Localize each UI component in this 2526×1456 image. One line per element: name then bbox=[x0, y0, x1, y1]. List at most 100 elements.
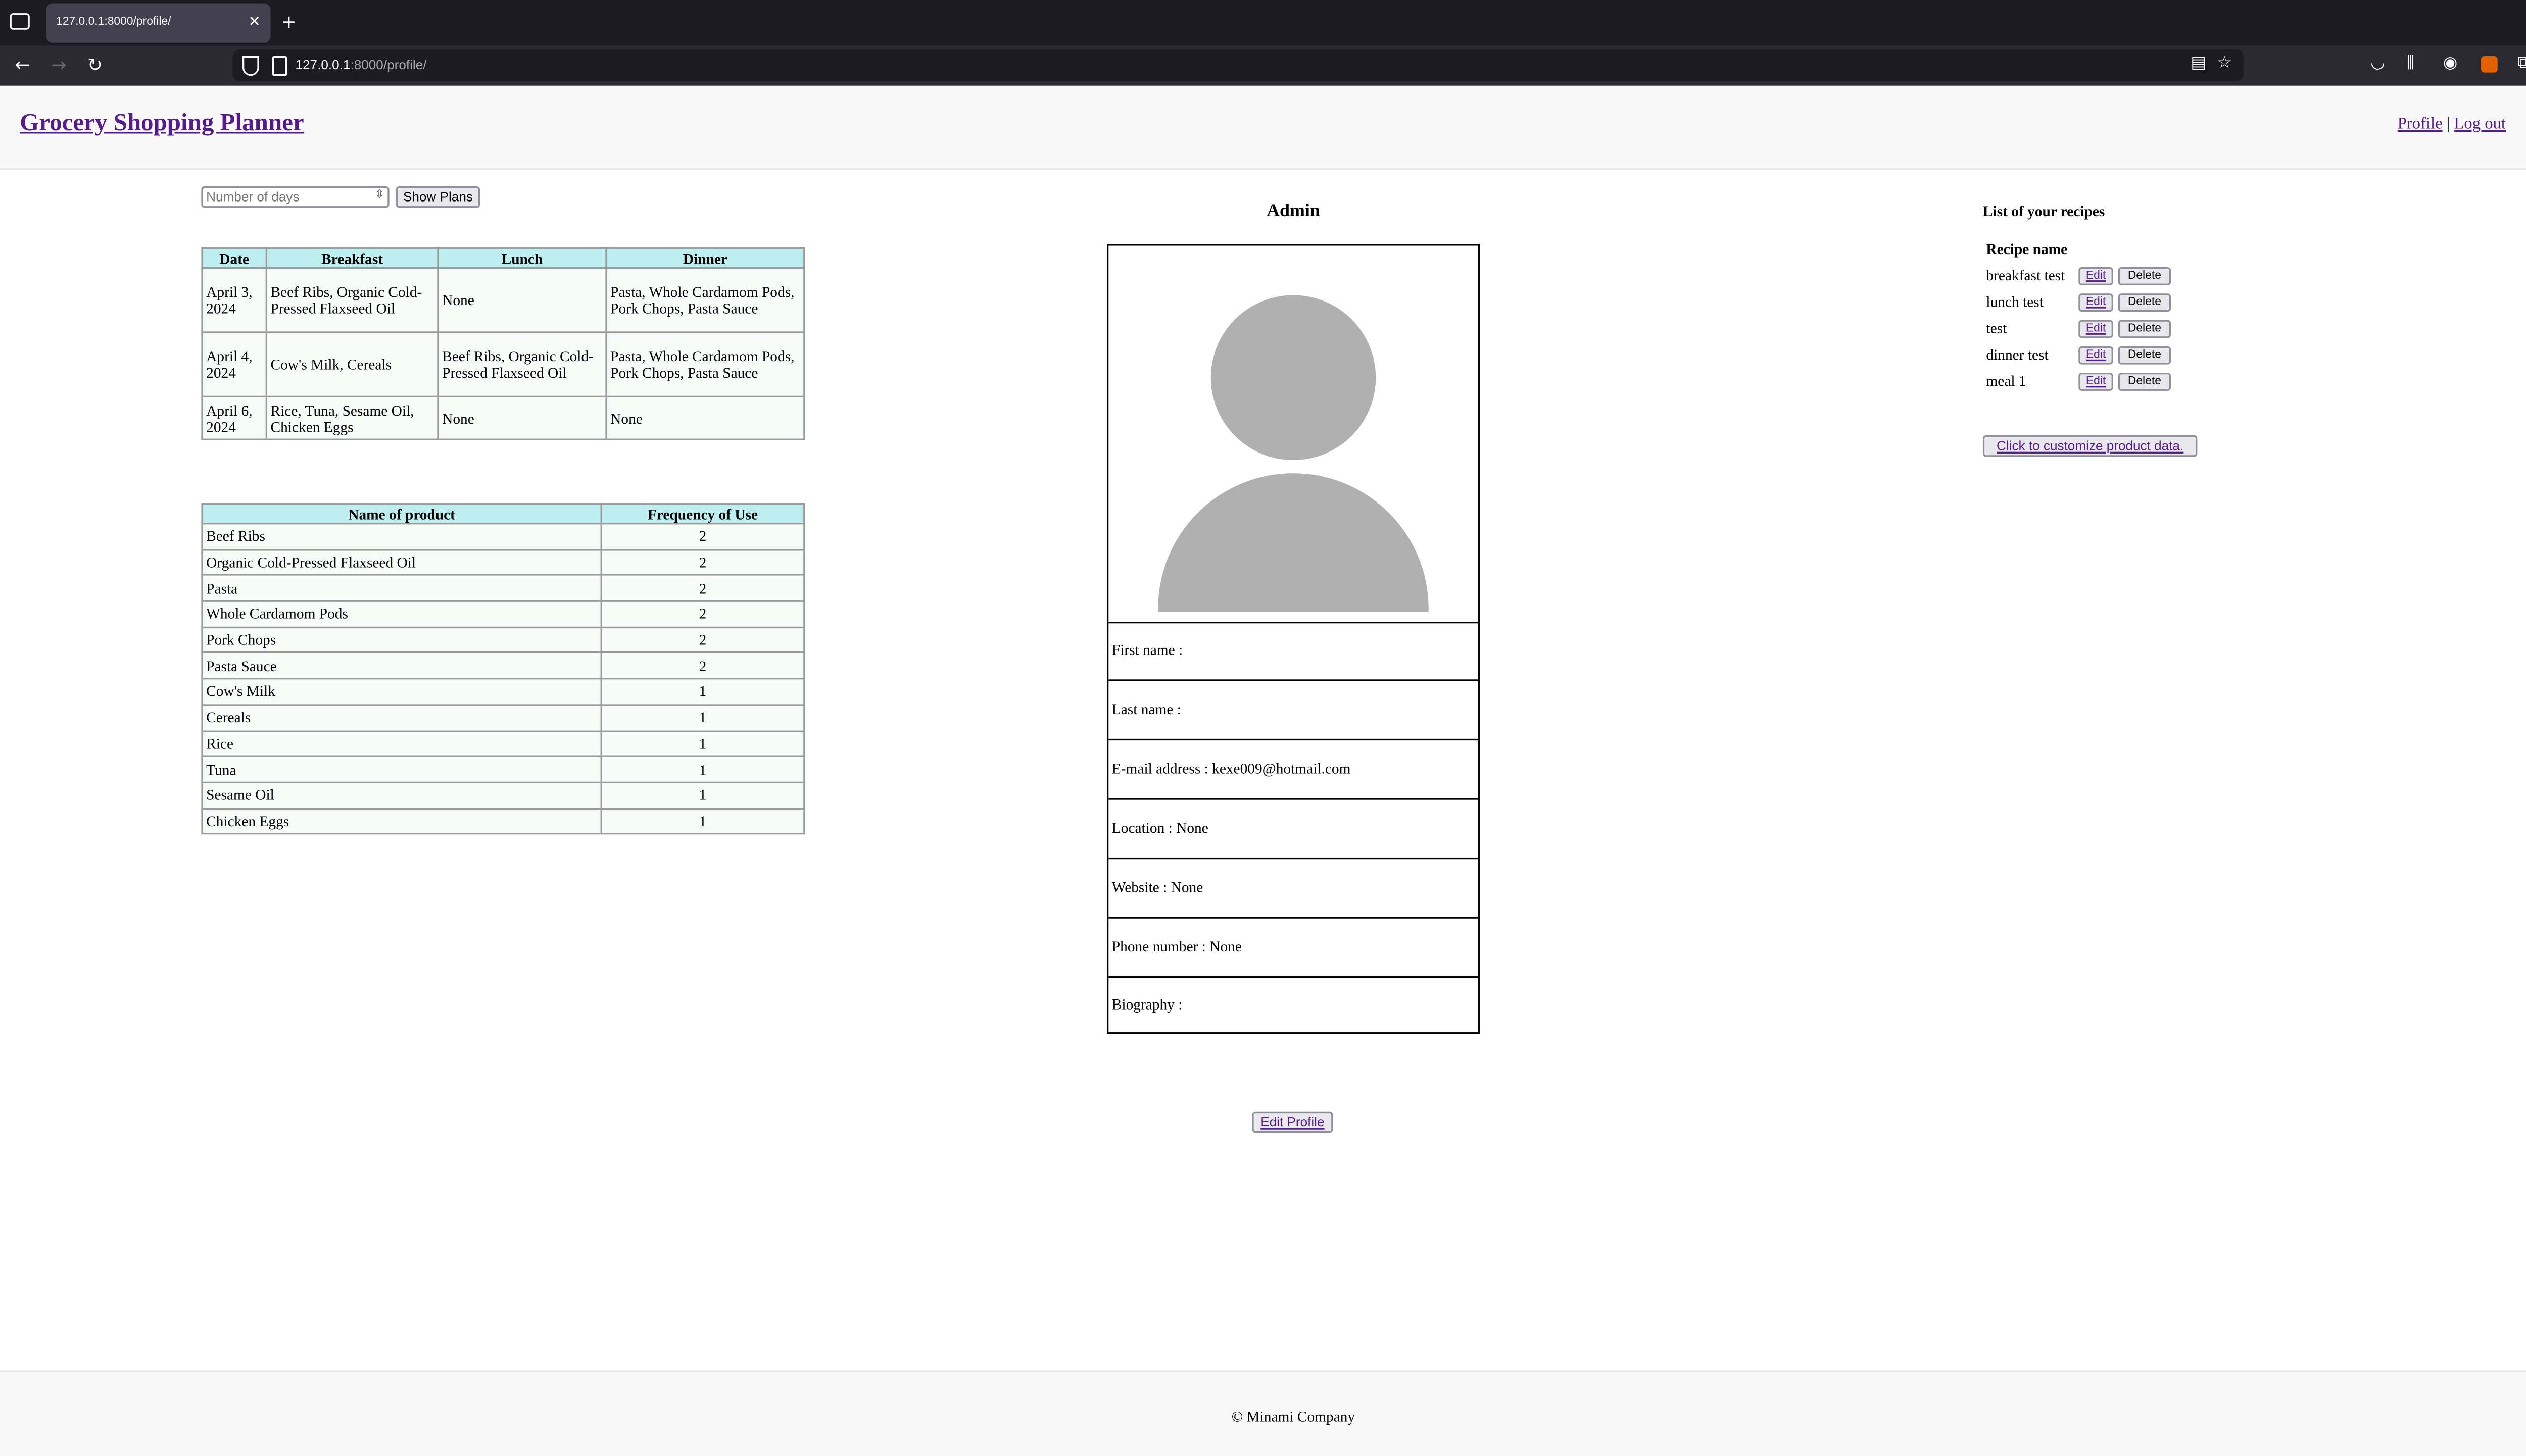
edit-profile-button[interactable]: Edit Profile bbox=[1252, 1111, 1333, 1133]
tab-title: 127.0.0.1:8000/profile/ bbox=[56, 16, 171, 28]
extension-fox-icon[interactable] bbox=[2481, 56, 2498, 73]
shield-icon[interactable] bbox=[242, 56, 259, 76]
biography-text: Biography : bbox=[1111, 996, 1183, 1013]
cell-product: Rice bbox=[201, 729, 602, 758]
cell-breakfast: Rice, Tuna, Sesame Oil, Chicken Eggs bbox=[265, 395, 439, 440]
cell-lunch: Beef Ribs, Organic Cold-Pressed Flaxseed… bbox=[437, 331, 607, 397]
url-bar[interactable]: 127.0.0.1:8000/profile/ ▤ ☆ bbox=[232, 49, 2244, 81]
col-date: Date bbox=[201, 247, 267, 269]
last-name-text: Last name : bbox=[1111, 700, 1181, 718]
avatar-head-shape bbox=[1210, 295, 1376, 461]
pocket-icon[interactable]: ◡ bbox=[2370, 55, 2385, 73]
delete-recipe-button[interactable]: Delete bbox=[2118, 372, 2171, 391]
new-tab-icon[interactable]: + bbox=[282, 8, 296, 34]
cell-frequency: 2 bbox=[600, 600, 805, 628]
cell-frequency: 2 bbox=[600, 652, 805, 680]
cell-product: Organic Cold-Pressed Flaxseed Oil bbox=[201, 548, 602, 576]
recipe-name: breakfast test bbox=[1986, 267, 2065, 284]
days-input[interactable]: Number of days ⇳ bbox=[201, 186, 390, 208]
reader-view-icon[interactable]: ▤ bbox=[2191, 55, 2206, 73]
edit-recipe-button[interactable]: Edit bbox=[2078, 320, 2113, 338]
col-breakfast: Breakfast bbox=[265, 247, 439, 269]
page-header: Grocery Shopping Planner Profile | Log o… bbox=[0, 85, 2526, 170]
phone-text: Phone number : None bbox=[1111, 938, 1242, 955]
reload-icon[interactable]: ↻ bbox=[87, 55, 103, 76]
cell-product: Cow's Milk bbox=[201, 678, 602, 706]
meal-plan-table: Date Breakfast Lunch Dinner April 3, 202… bbox=[201, 247, 805, 440]
cell-product: Pasta Sauce bbox=[201, 652, 602, 680]
page-info-icon[interactable] bbox=[272, 56, 287, 76]
cell-breakfast: Cow's Milk, Cereals bbox=[265, 331, 439, 397]
table-row: Rice 1 bbox=[201, 729, 805, 758]
delete-recipe-button[interactable]: Delete bbox=[2118, 267, 2171, 285]
first-name-text: First name : bbox=[1111, 641, 1183, 658]
site-title-link[interactable]: Grocery Shopping Planner bbox=[20, 111, 304, 139]
cell-dinner: Pasta, Whole Cardamom Pods, Pork Chops, … bbox=[605, 267, 805, 333]
edit-recipe-button[interactable]: Edit bbox=[2078, 346, 2113, 365]
spinner-icon[interactable]: ⇳ bbox=[375, 188, 384, 202]
edit-recipe-button[interactable]: Edit bbox=[2078, 372, 2113, 391]
cell-dinner: None bbox=[605, 395, 805, 440]
meal-plan-header-row: Date Breakfast Lunch Dinner bbox=[201, 247, 805, 269]
browser-tab[interactable]: 127.0.0.1:8000/profile/ ✕ bbox=[46, 3, 271, 43]
cell-product: Pasta bbox=[201, 574, 602, 603]
recipe-name: dinner test bbox=[1986, 346, 2049, 363]
profile-username: Admin bbox=[1267, 201, 1320, 221]
back-arrow-icon[interactable]: ← bbox=[15, 55, 30, 76]
table-row: April 3, 2024 Beef Ribs, Organic Cold-Pr… bbox=[201, 267, 805, 333]
cell-frequency: 2 bbox=[600, 548, 805, 576]
browser-nav-bar: ← → ↻ 127.0.0.1:8000/profile/ ▤ ☆ ◡ ⫼ ◉ … bbox=[0, 46, 2526, 86]
recipes-title: List of your recipes bbox=[1982, 203, 2105, 220]
table-row: Pasta Sauce 2 bbox=[201, 652, 805, 680]
location-text: Location : None bbox=[1111, 819, 1208, 836]
first-name-field: First name : bbox=[1108, 622, 1478, 681]
table-row: Chicken Eggs 1 bbox=[201, 807, 805, 835]
avatar bbox=[1108, 246, 1478, 624]
cell-lunch: None bbox=[437, 267, 607, 333]
edit-recipe-button[interactable]: Edit bbox=[2078, 267, 2113, 285]
link-separator: | bbox=[2446, 115, 2450, 134]
col-product-name: Name of product bbox=[201, 503, 602, 525]
phone-field: Phone number : None bbox=[1108, 919, 1478, 978]
url-host: 127.0.0.1 bbox=[295, 58, 351, 73]
recipe-name: lunch test bbox=[1986, 293, 2044, 310]
days-input-placeholder: Number of days bbox=[206, 189, 300, 205]
recipe-name-header: Recipe name bbox=[1986, 240, 2068, 258]
website-field: Website : None bbox=[1108, 859, 1478, 919]
show-plans-button[interactable]: Show Plans bbox=[396, 186, 480, 208]
table-row: Cereals 1 bbox=[201, 704, 805, 732]
product-frequency-table: Name of product Frequency of Use Beef Ri… bbox=[201, 503, 805, 835]
page-footer: © Minami Company bbox=[0, 1370, 2526, 1456]
tab-list-icon[interactable] bbox=[10, 13, 30, 30]
cell-product: Cereals bbox=[201, 704, 602, 732]
product-header-row: Name of product Frequency of Use bbox=[201, 503, 805, 525]
recipe-name: test bbox=[1986, 320, 2007, 337]
table-row: Beef Ribs 2 bbox=[201, 523, 805, 550]
logout-link[interactable]: Log out bbox=[2454, 116, 2506, 134]
account-icon[interactable]: ◉ bbox=[2443, 55, 2458, 73]
col-dinner: Dinner bbox=[605, 247, 805, 269]
cell-frequency: 1 bbox=[600, 729, 805, 758]
forward-arrow-icon[interactable]: → bbox=[51, 55, 66, 76]
close-icon[interactable]: ✕ bbox=[248, 13, 261, 31]
delete-recipe-button[interactable]: Delete bbox=[2118, 346, 2171, 365]
profile-link[interactable]: Profile bbox=[2398, 116, 2443, 134]
profile-card: First name : Last name : E-mail address … bbox=[1107, 244, 1480, 1034]
library-icon[interactable]: ⫼ bbox=[2407, 55, 2414, 73]
cell-frequency: 1 bbox=[600, 807, 805, 835]
customize-product-data-button[interactable]: Click to customize product data. bbox=[1982, 435, 2198, 457]
delete-recipe-button[interactable]: Delete bbox=[2118, 293, 2171, 312]
url-text[interactable]: 127.0.0.1:8000/profile/ bbox=[295, 58, 426, 72]
delete-recipe-button[interactable]: Delete bbox=[2118, 320, 2171, 338]
location-field: Location : None bbox=[1108, 800, 1478, 860]
cell-date: April 6, 2024 bbox=[201, 395, 267, 440]
bookmark-star-icon[interactable]: ☆ bbox=[2217, 55, 2232, 73]
table-row: Sesame Oil 1 bbox=[201, 781, 805, 809]
last-name-field: Last name : bbox=[1108, 681, 1478, 741]
biography-field: Biography : bbox=[1108, 976, 1478, 1034]
col-frequency: Frequency of Use bbox=[600, 503, 805, 525]
extensions-icon[interactable]: ⧉ bbox=[2517, 55, 2526, 73]
cell-product: Tuna bbox=[201, 756, 602, 783]
edit-recipe-button[interactable]: Edit bbox=[2078, 293, 2113, 312]
cell-frequency: 2 bbox=[600, 626, 805, 654]
